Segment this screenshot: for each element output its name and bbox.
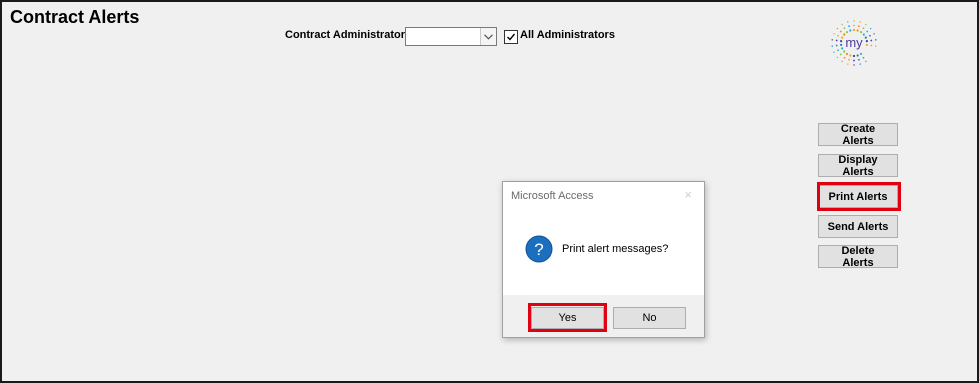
delete-alerts-button[interactable]: Delete Alerts bbox=[818, 245, 898, 269]
message-dialog: Microsoft Access × ? Print alert message… bbox=[502, 181, 705, 338]
print-alerts-button[interactable]: Print Alerts bbox=[818, 185, 898, 208]
svg-text:?: ? bbox=[534, 240, 543, 259]
checkmark-icon bbox=[507, 33, 516, 41]
close-icon[interactable]: × bbox=[684, 187, 692, 202]
all-administrators-checkbox[interactable] bbox=[504, 30, 518, 44]
chevron-down-icon[interactable] bbox=[480, 28, 496, 45]
my-logo: my bbox=[830, 16, 878, 68]
contract-administrator-combo[interactable] bbox=[405, 27, 497, 46]
contract-administrator-label: Contract Administrator: bbox=[285, 29, 409, 41]
dialog-message: Print alert messages? bbox=[562, 243, 669, 255]
dialog-button-bar: Yes No bbox=[503, 295, 704, 337]
question-icon: ? bbox=[525, 235, 553, 263]
all-administrators-label: All Administrators bbox=[520, 29, 615, 41]
no-button[interactable]: No bbox=[613, 307, 686, 329]
display-alerts-button[interactable]: Display Alerts bbox=[818, 154, 898, 178]
send-alerts-button[interactable]: Send Alerts bbox=[818, 215, 898, 238]
dialog-title: Microsoft Access bbox=[511, 190, 594, 202]
logo-text: my bbox=[845, 35, 863, 50]
yes-button[interactable]: Yes bbox=[531, 307, 604, 329]
contract-alerts-form: Contract Alerts Contract Administrator: … bbox=[0, 0, 979, 383]
page-title: Contract Alerts bbox=[10, 7, 140, 27]
create-alerts-button[interactable]: Create Alerts bbox=[818, 123, 898, 147]
